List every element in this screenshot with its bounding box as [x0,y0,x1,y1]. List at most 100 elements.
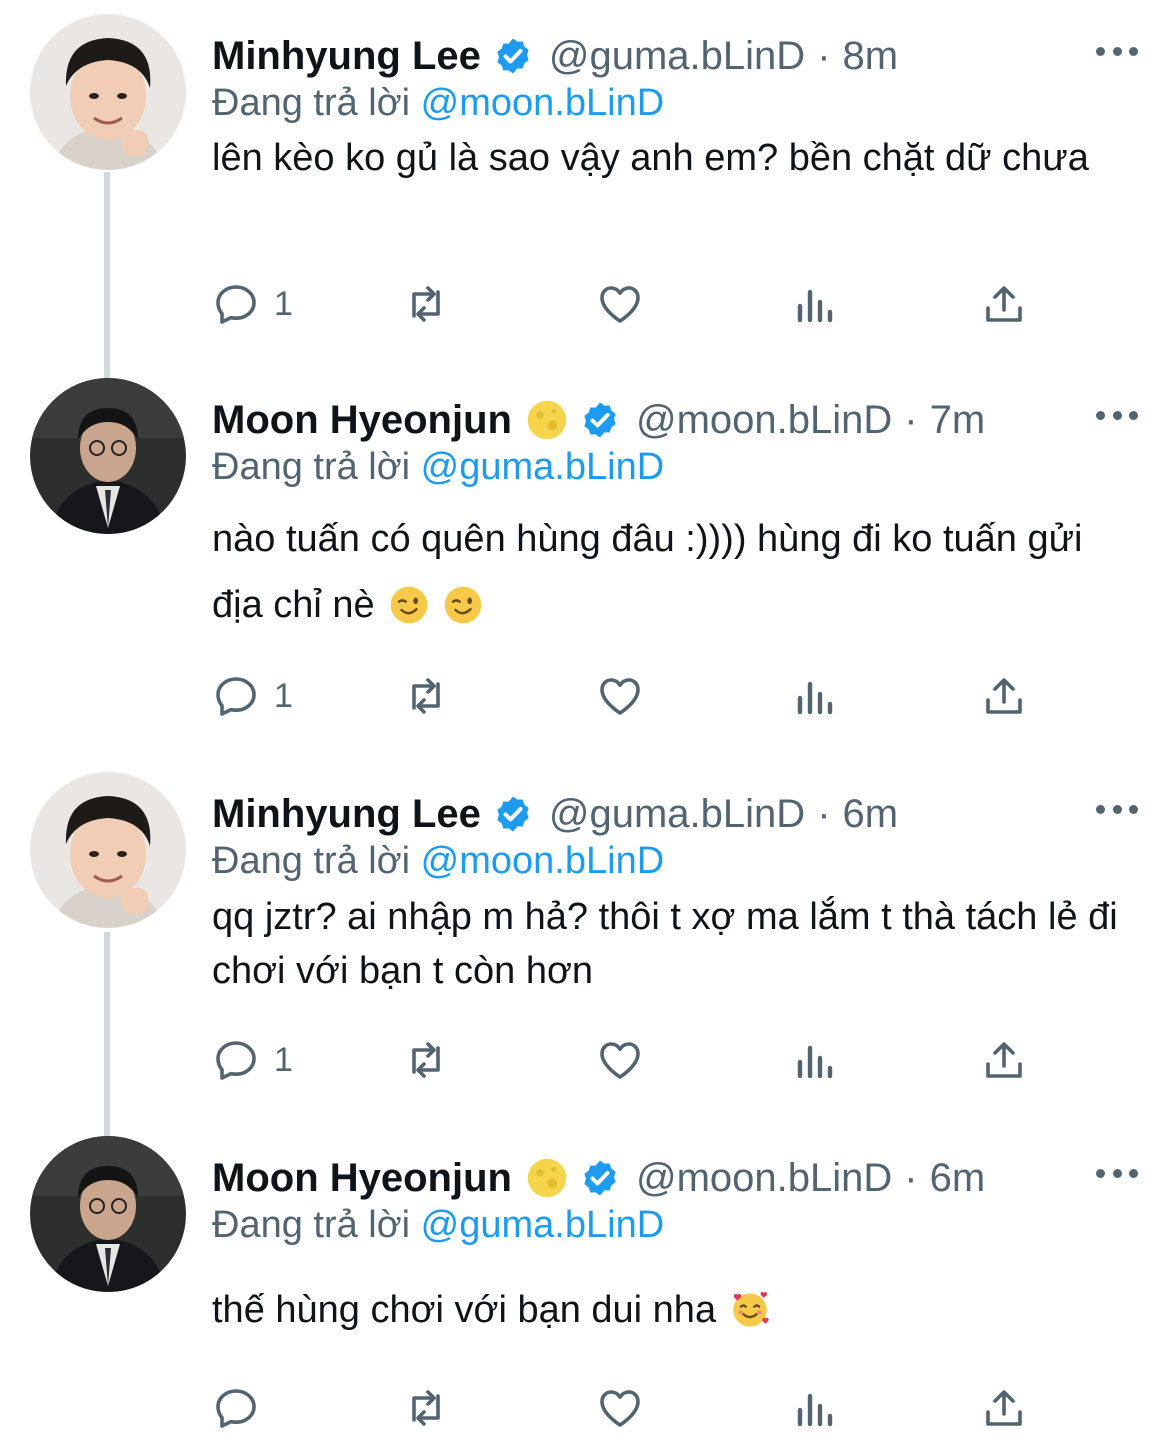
more-options-icon[interactable] [1096,36,1138,66]
winking-face-emoji-icon [390,586,428,624]
like-button[interactable] [596,666,644,726]
reply-button[interactable]: 1 [212,274,293,334]
tweet[interactable]: Minhyung Lee @guma.bLinD · 6m Đang trả l… [0,772,1170,1132]
action-bar: 1 [212,274,1052,334]
retweet-icon [412,286,440,322]
retweet-button[interactable] [402,1030,450,1090]
avatar[interactable] [30,14,186,170]
separator-dot: · [904,1155,918,1200]
tweet-text-content: nào tuấn có quên hùng đâu :)))) hùng đi … [212,518,1083,626]
replying-to: Đang trả lời @guma.bLinD [212,446,664,489]
full-moon-emoji-icon [527,400,567,440]
share-icon [986,678,1022,714]
more-options-icon[interactable] [1096,794,1138,824]
avatar[interactable] [30,1136,186,1292]
full-moon-emoji-icon [527,1158,567,1198]
action-bar: 1 [212,1030,1052,1090]
author-handle[interactable]: @guma.bLinD [549,792,805,837]
tweet-time[interactable]: 8m [843,34,899,79]
reply-button[interactable]: 1 [212,1030,293,1090]
replying-to-mention[interactable]: @moon.bLinD [421,82,664,124]
reply-button[interactable] [212,1378,274,1438]
winking-face-emoji-icon [444,586,482,624]
author-handle[interactable]: @guma.bLinD [549,34,805,79]
like-button[interactable] [596,274,644,334]
replying-to-mention[interactable]: @moon.bLinD [421,840,664,882]
share-icon [986,1042,1022,1078]
reply-button[interactable]: 1 [212,666,293,726]
smiling-face-with-hearts-emoji-icon [733,1291,769,1327]
verified-badge-icon [497,796,529,832]
replying-to-label: Đang trả lời [212,840,411,882]
replying-to: Đang trả lời @guma.bLinD [212,1204,664,1247]
author-name[interactable]: Moon Hyeonjun [212,398,512,443]
verified-badge-icon [584,402,616,438]
avatar-photo-icon [30,378,186,534]
analytics-button[interactable] [790,1030,838,1090]
retweet-icon [412,1042,440,1078]
tweet[interactable]: Moon Hyeonjun @moon.bLinD · 6m Đang trả … [0,1136,1170,1455]
retweet-icon [412,1390,440,1426]
analytics-button[interactable] [790,1378,838,1438]
replying-to: Đang trả lời @moon.bLinD [212,82,664,125]
analytics-icon [797,1045,833,1079]
author-name[interactable]: Moon Hyeonjun [212,1156,512,1201]
reply-icon [216,1041,256,1080]
heart-icon [600,1390,640,1427]
avatar-photo-icon [30,1136,186,1292]
reply-icon [216,677,256,716]
share-button[interactable] [980,1378,1028,1438]
analytics-button[interactable] [790,274,838,334]
replying-to: Đang trả lời @moon.bLinD [212,840,664,883]
replying-to-mention[interactable]: @guma.bLinD [421,1204,664,1246]
separator-dot: · [817,33,831,78]
tweet-text-content: thế hùng chơi với bạn dui nha [212,1289,717,1331]
avatar-photo-icon [30,14,186,170]
reply-count: 1 [274,1040,293,1079]
retweet-button[interactable] [402,1378,450,1438]
avatar[interactable] [30,772,186,928]
tweet-text: nào tuấn có quên hùng đâu :)))) hùng đi … [212,506,1132,638]
more-options-icon[interactable] [1096,400,1138,430]
tweet-text-content: qq jztr? ai nhập m hả? thôi t xợ ma lắm … [212,896,1118,992]
action-bar [212,1378,1052,1438]
author-name[interactable]: Minhyung Lee [212,792,481,837]
share-button[interactable] [980,1030,1028,1090]
action-bar: 1 [212,666,1052,726]
analytics-button[interactable] [790,666,838,726]
replying-to-label: Đang trả lời [212,82,411,124]
analytics-icon [797,1393,833,1427]
tweet-text: qq jztr? ai nhập m hả? thôi t xợ ma lắm … [212,890,1132,998]
author-handle[interactable]: @moon.bLinD [636,398,892,443]
separator-dot: · [904,397,918,442]
tweet[interactable]: Moon Hyeonjun @moon.bLinD · 7m Đang trả … [0,378,1170,768]
like-button[interactable] [596,1030,644,1090]
replying-to-mention[interactable]: @guma.bLinD [421,446,664,488]
reply-icon [216,1389,256,1428]
heart-icon [600,286,640,323]
more-options-icon[interactable] [1096,1158,1138,1188]
analytics-icon [797,289,833,323]
tweet-text: lên kèo ko gủ là sao vậy anh em? bền chặ… [212,128,1132,188]
tweet-time[interactable]: 6m [930,1156,986,1201]
replying-to-label: Đang trả lời [212,1204,411,1246]
retweet-button[interactable] [402,274,450,334]
reply-count: 1 [274,676,293,715]
reply-count: 1 [274,284,293,323]
tweet-time[interactable]: 6m [843,792,899,837]
tweet-text-content: lên kèo ko gủ là sao vậy anh em? bền chặ… [212,137,1089,179]
author-name[interactable]: Minhyung Lee [212,34,481,79]
separator-dot: · [817,791,831,836]
share-button[interactable] [980,274,1028,334]
heart-icon [600,678,640,715]
retweet-button[interactable] [402,666,450,726]
share-button[interactable] [980,666,1028,726]
share-icon [986,286,1022,322]
tweet-time[interactable]: 7m [930,398,986,443]
verified-badge-icon [584,1160,616,1196]
verified-badge-icon [497,38,529,74]
author-handle[interactable]: @moon.bLinD [636,1156,892,1201]
like-button[interactable] [596,1378,644,1438]
tweet[interactable]: Minhyung Lee @guma.bLinD · 8m Đang trả l… [0,14,1170,374]
avatar[interactable] [30,378,186,534]
